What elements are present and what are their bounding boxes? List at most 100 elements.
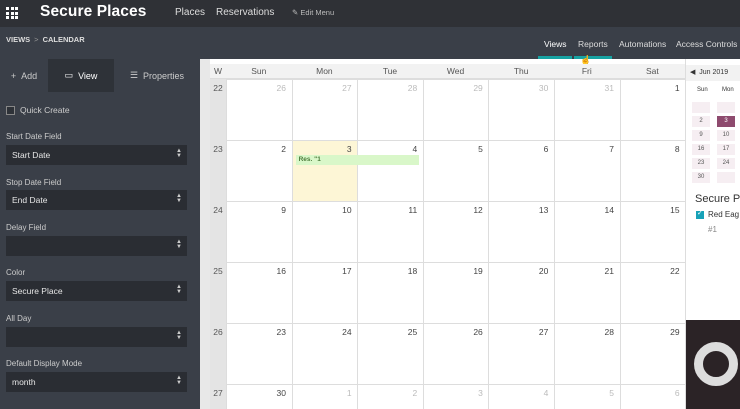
filter-checkbox[interactable] [696, 209, 704, 219]
day-cell-date[interactable]: 4 [357, 144, 417, 154]
chevron-left-icon[interactable]: ◀ [690, 69, 695, 76]
filter-item-label[interactable]: Red Eag [708, 210, 739, 219]
day-cell-date[interactable]: 20 [488, 266, 548, 276]
mini-calendar-day[interactable]: 10 [717, 130, 735, 141]
grid-vline [357, 79, 359, 409]
day-cell-date[interactable]: 26 [423, 327, 482, 337]
quick-create-checkbox[interactable] [6, 105, 15, 115]
nav-places[interactable]: Places [175, 7, 205, 18]
delay-field-select[interactable]: ▲ ▼ [6, 236, 187, 256]
mini-calendar-day[interactable]: 16 [692, 144, 710, 155]
day-cell-date[interactable]: 25 [357, 327, 417, 337]
top-bar: Secure Places Places Reservations ✎ Edit… [0, 0, 740, 27]
grid-hline [226, 201, 685, 202]
day-cell-date[interactable]: 3 [423, 388, 483, 398]
sidebar-tab-properties-label: Properties [143, 70, 185, 81]
day-cell-date[interactable]: 31 [554, 83, 614, 93]
day-cell-date[interactable]: 4 [488, 388, 549, 398]
filter-item-sub: #1 [708, 225, 717, 234]
day-cell-date[interactable]: 15 [620, 205, 679, 215]
day-cell-date[interactable]: 6 [620, 388, 680, 398]
day-header-thu: Thu [513, 66, 529, 76]
default-display-mode-select[interactable]: month ▲ ▼ [6, 372, 187, 392]
mini-calendar-day[interactable]: 3 [717, 116, 735, 127]
tab-reports[interactable]: Reports [578, 39, 608, 49]
day-cell-date[interactable]: 30 [488, 83, 548, 93]
day-cell-date[interactable]: 26 [226, 83, 286, 93]
mini-calendar-day[interactable]: 2 [692, 116, 710, 127]
day-cell-date[interactable]: 19 [423, 266, 482, 276]
day-cell-date[interactable]: 2 [226, 144, 286, 154]
day-cell-date[interactable]: 2 [357, 388, 417, 398]
day-cell-date[interactable]: 9 [226, 205, 286, 215]
day-cell-date[interactable]: 28 [357, 83, 417, 93]
day-cell-date[interactable]: 17 [292, 266, 351, 276]
mini-calendar-day[interactable]: 30 [692, 172, 710, 183]
day-cell-date[interactable]: 10 [292, 205, 351, 215]
day-cell-date[interactable]: 3 [292, 144, 352, 154]
tab-views[interactable]: Views [544, 39, 567, 49]
day-cell-date[interactable]: 13 [488, 205, 548, 215]
all-day-field-select[interactable]: ▲ ▼ [6, 327, 187, 347]
tab-views-underline [538, 56, 572, 59]
select-arrows-icon: ▲ ▼ [176, 239, 182, 250]
day-cell-date[interactable]: 27 [488, 327, 548, 337]
sidebar-tab-add-label: Add [21, 70, 38, 81]
tab-automations[interactable]: Automations [619, 39, 666, 49]
sidebar-tab-add[interactable]: + Add [0, 59, 48, 92]
apps-grid-icon[interactable] [6, 7, 18, 19]
day-cell-date[interactable]: 16 [226, 266, 286, 276]
edit-menu-link[interactable]: ✎ Edit Menu [292, 8, 334, 17]
sidebar-tab-properties[interactable]: ☰ Properties [114, 59, 200, 92]
day-cell-date[interactable]: 30 [226, 388, 286, 398]
mini-dow-sun: Sun [697, 87, 708, 93]
mini-calendar-day[interactable]: 24 [717, 158, 735, 169]
day-cell-date[interactable]: 5 [554, 388, 614, 398]
day-cell-date[interactable]: 14 [554, 205, 614, 215]
day-cell-date[interactable]: 28 [554, 327, 614, 337]
day-cell-date[interactable]: 12 [423, 205, 482, 215]
day-cell-date[interactable]: 22 [620, 266, 679, 276]
mini-calendar-day [692, 102, 710, 113]
day-cell-date[interactable]: 11 [357, 205, 417, 215]
mini-calendar-day[interactable]: 9 [692, 130, 710, 141]
select-arrows-icon: ▲ ▼ [176, 193, 182, 204]
day-header-fri: Fri [581, 66, 592, 76]
grid-hline [226, 140, 685, 141]
day-cell-date[interactable]: 29 [620, 327, 679, 337]
grid-vline [554, 79, 555, 409]
day-cell-date[interactable]: 24 [292, 327, 351, 337]
calendar-event[interactable]: Res. "1 [295, 155, 419, 165]
mini-calendar-day[interactable]: 17 [717, 144, 735, 155]
start-date-field-label: Start Date Field [6, 132, 62, 141]
select-arrows-icon: ▲ ▼ [176, 375, 182, 386]
day-cell-date[interactable]: 1 [620, 83, 680, 93]
quick-create-toggle[interactable]: Quick Create [6, 105, 70, 115]
day-header-sun: Sun [251, 66, 267, 76]
color-field-select[interactable]: Secure Place ▲ ▼ [6, 281, 187, 301]
day-cell-date[interactable]: 5 [423, 144, 483, 154]
stop-date-field-select[interactable]: End Date ▲ ▼ [6, 190, 187, 210]
day-cell-date[interactable]: 7 [554, 144, 614, 154]
day-cell-date[interactable]: 23 [226, 327, 286, 337]
start-date-field-select[interactable]: Start Date ▲ ▼ [6, 145, 187, 165]
day-cell-date[interactable]: 29 [423, 83, 482, 93]
grid-vline [619, 79, 621, 409]
mini-calendar-day[interactable]: 23 [692, 158, 710, 169]
sidebar-tab-view[interactable]: ▭ View [48, 59, 114, 92]
day-cell-date[interactable]: 6 [488, 144, 549, 154]
list-icon: ☰ [129, 70, 139, 80]
day-cell-date[interactable]: 27 [292, 83, 351, 93]
day-cell-date[interactable]: 1 [292, 388, 352, 398]
breadcrumb-views[interactable]: VIEWS [6, 35, 30, 44]
grid-vline [291, 79, 293, 409]
day-cell-date[interactable]: 21 [554, 266, 614, 276]
tab-access-controls[interactable]: Access Controls [676, 39, 737, 49]
sidebar-tabs: + Add ▭ View ☰ Properties [0, 59, 200, 92]
week-number-column [210, 64, 226, 409]
secure-places-filter-title: Secure P [695, 193, 740, 205]
day-header-sat: Sat [646, 66, 659, 76]
day-cell-date[interactable]: 18 [357, 266, 417, 276]
day-cell-date[interactable]: 8 [620, 144, 680, 154]
nav-reservations[interactable]: Reservations [216, 7, 274, 18]
